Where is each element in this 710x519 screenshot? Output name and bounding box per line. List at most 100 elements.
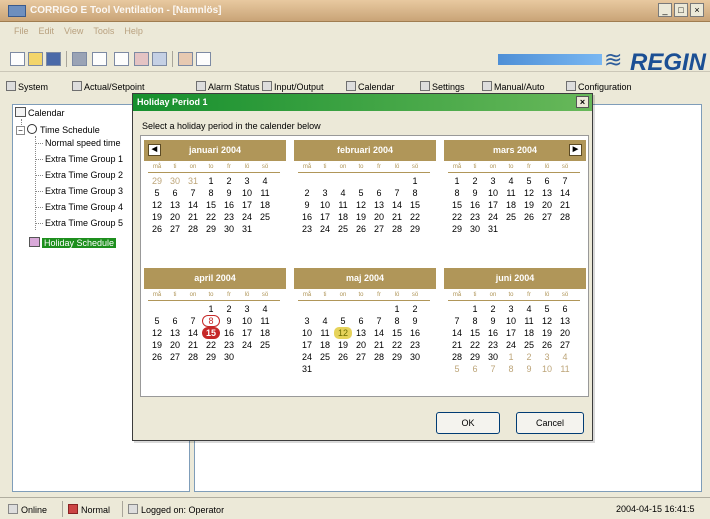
day-cell[interactable]: 30 (484, 351, 502, 363)
day-cell[interactable]: 23 (220, 339, 238, 351)
day-cell[interactable]: 7 (556, 175, 574, 187)
day-cell[interactable]: 21 (556, 199, 574, 211)
day-cell[interactable]: 10 (502, 315, 520, 327)
tab-settings[interactable]: Settings (420, 81, 465, 92)
day-cell[interactable]: 26 (148, 351, 166, 363)
day-cell[interactable]: 13 (556, 315, 574, 327)
day-cell[interactable]: 19 (538, 327, 556, 339)
day-cell[interactable]: 8 (406, 187, 424, 199)
day-cell[interactable]: 21 (184, 211, 202, 223)
day-cell[interactable]: 31 (184, 175, 202, 187)
connect-icon[interactable] (152, 52, 167, 66)
day-cell[interactable]: 6 (370, 187, 388, 199)
day-cell[interactable]: 29 (202, 223, 220, 235)
day-cell[interactable]: 20 (556, 327, 574, 339)
day-cell[interactable]: 5 (148, 315, 166, 327)
close-button[interactable]: × (690, 3, 704, 17)
day-cell[interactable]: 5 (352, 187, 370, 199)
day-cell[interactable]: 6 (466, 363, 484, 375)
day-cell[interactable]: 4 (502, 175, 520, 187)
menu-edit[interactable]: Edit (39, 26, 55, 44)
tree-item-extra-group-5[interactable]: Extra Time Group 5 (45, 218, 123, 228)
day-cell[interactable]: 5 (520, 175, 538, 187)
day-cell[interactable]: 14 (370, 327, 388, 339)
day-cell[interactable]: 14 (448, 327, 466, 339)
day-cell[interactable]: 5 (538, 303, 556, 315)
day-cell[interactable]: 9 (298, 199, 316, 211)
day-cell[interactable]: 17 (502, 327, 520, 339)
day-cell[interactable]: 1 (502, 351, 520, 363)
day-cell[interactable]: 12 (148, 327, 166, 339)
day-cell[interactable]: 22 (388, 339, 406, 351)
day-cell[interactable]: 6 (352, 315, 370, 327)
day-cell[interactable]: 6 (166, 187, 184, 199)
day-cell[interactable]: 12 (520, 187, 538, 199)
day-cell[interactable]: 14 (184, 327, 202, 339)
day-cell[interactable]: 31 (298, 363, 316, 375)
day-cell[interactable]: 5 (334, 315, 352, 327)
day-cell[interactable]: 2 (298, 187, 316, 199)
day-cell[interactable]: 4 (334, 187, 352, 199)
tab-input-output[interactable]: Input/Output (262, 81, 324, 92)
day-cell[interactable]: 22 (202, 339, 220, 351)
day-cell[interactable]: 19 (334, 339, 352, 351)
day-cell[interactable]: 5 (448, 363, 466, 375)
day-cell[interactable]: 18 (502, 199, 520, 211)
day-cell[interactable]: 20 (166, 339, 184, 351)
day-cell[interactable]: 2 (220, 303, 238, 315)
day-cell[interactable]: 3 (316, 187, 334, 199)
day-cell[interactable]: 24 (484, 211, 502, 223)
day-cell[interactable]: 24 (238, 339, 256, 351)
day-cell[interactable]: 11 (520, 315, 538, 327)
day-cell[interactable]: 4 (256, 175, 274, 187)
day-cell[interactable]: 7 (370, 315, 388, 327)
day-cell[interactable]: 8 (448, 187, 466, 199)
menu-file[interactable]: File (14, 26, 29, 44)
day-cell[interactable]: 7 (448, 315, 466, 327)
day-cell[interactable]: 9 (520, 363, 538, 375)
day-cell[interactable]: 4 (316, 315, 334, 327)
day-cell[interactable]: 19 (148, 339, 166, 351)
day-cell[interactable]: 3 (538, 351, 556, 363)
day-cell[interactable]: 13 (352, 327, 370, 339)
day-cell[interactable]: 2 (520, 351, 538, 363)
day-cell[interactable]: 17 (238, 199, 256, 211)
day-cell[interactable]: 10 (298, 327, 316, 339)
day-cell[interactable]: 18 (316, 339, 334, 351)
day-cell[interactable]: 17 (316, 211, 334, 223)
tree-item-extra-group-4[interactable]: Extra Time Group 4 (45, 202, 123, 212)
tab-manual-auto[interactable]: Manual/Auto (482, 81, 545, 92)
day-cell[interactable]: 22 (202, 211, 220, 223)
day-cell[interactable]: 1 (388, 303, 406, 315)
day-cell[interactable]: 16 (484, 327, 502, 339)
day-cell[interactable]: 27 (166, 351, 184, 363)
day-cell[interactable]: 24 (316, 223, 334, 235)
day-cell[interactable]: 19 (148, 211, 166, 223)
day-cell[interactable]: 27 (538, 211, 556, 223)
tree-item-normal-speed[interactable]: Normal speed time (45, 138, 121, 148)
save-icon[interactable] (46, 52, 61, 66)
day-cell[interactable]: 12 (538, 315, 556, 327)
day-cell[interactable]: 17 (298, 339, 316, 351)
day-cell[interactable]: 8 (202, 187, 220, 199)
device-icon[interactable] (134, 52, 149, 66)
day-cell[interactable]: 25 (520, 339, 538, 351)
day-cell[interactable]: 11 (256, 315, 274, 327)
day-cell[interactable]: 16 (220, 327, 238, 339)
day-cell[interactable]: 3 (484, 175, 502, 187)
menu-tools[interactable]: Tools (93, 26, 114, 44)
day-cell[interactable]: 25 (256, 339, 274, 351)
tab-alarm-status[interactable]: Alarm Status (196, 81, 260, 92)
day-cell[interactable]: 28 (448, 351, 466, 363)
day-cell[interactable]: 13 (538, 187, 556, 199)
day-cell[interactable]: 15 (406, 199, 424, 211)
day-cell[interactable]: 20 (166, 211, 184, 223)
day-cell[interactable]: 10 (538, 363, 556, 375)
day-cell[interactable]: 15 (202, 327, 220, 339)
day-cell[interactable]: 24 (502, 339, 520, 351)
day-cell[interactable]: 12 (334, 327, 352, 339)
day-cell[interactable]: 24 (298, 351, 316, 363)
day-cell[interactable]: 2 (406, 303, 424, 315)
day-cell[interactable]: 15 (466, 327, 484, 339)
day-cell[interactable]: 17 (238, 327, 256, 339)
